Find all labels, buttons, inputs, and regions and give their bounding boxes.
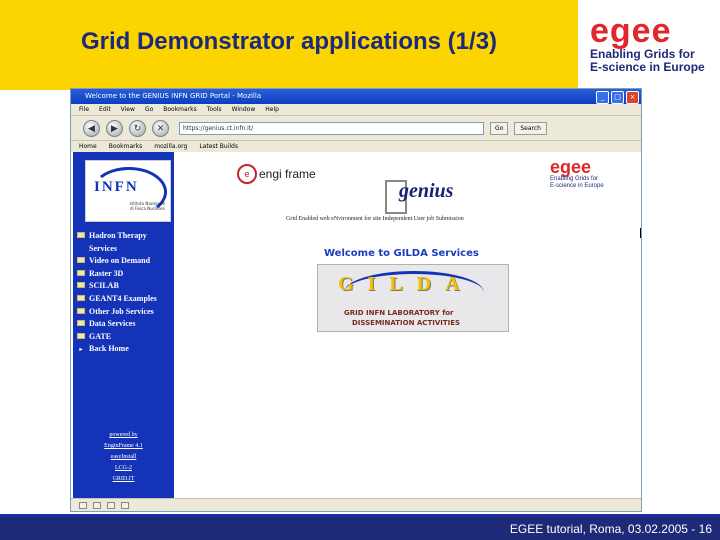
arrow-icon: ▸ xyxy=(79,347,83,354)
welcome-heading: Welcome to GILDA Services xyxy=(324,248,479,259)
minimize-button[interactable]: _ xyxy=(596,91,609,104)
maximize-button[interactable]: □ xyxy=(611,91,624,104)
menu-go[interactable]: Go xyxy=(145,104,153,115)
menu-item-label: Back Home xyxy=(89,344,129,354)
gilda-line-2: DISSEMINATION ACTIVITIES xyxy=(352,319,461,327)
gilda-letters: GILDA xyxy=(338,273,474,295)
powered-by-label[interactable]: powered by xyxy=(73,430,174,441)
egee-small-tag-2: E-science in Europe xyxy=(550,182,604,189)
menu-window[interactable]: Window xyxy=(232,104,256,115)
portal-main: e engi frame genius egee Enabling Grids … xyxy=(174,152,641,498)
infn-logo: INFN Istituto Nazionale di Fisica Nuclea… xyxy=(85,160,171,222)
reload-button[interactable]: ↻ xyxy=(129,119,146,137)
menu-item-data-services[interactable]: Data Services xyxy=(77,318,157,331)
folder-icon xyxy=(77,257,85,264)
menu-item-label: Video on Demand xyxy=(89,256,151,266)
status-icon-4[interactable] xyxy=(121,501,129,509)
menu-item-scilab[interactable]: SCILAB xyxy=(77,280,157,293)
browser-window: Welcome to the GENIUS INFN GRID Portal -… xyxy=(70,88,642,512)
egee-small-word: egee xyxy=(550,157,592,177)
browser-menubar: File Edit View Go Bookmarks Tools Window… xyxy=(71,104,641,115)
portal-tagline: Grid Enabled web eNvironment for site In… xyxy=(286,216,464,222)
menu-item-label: Other Job Services xyxy=(89,306,154,316)
page-content: INFN Istituto Nazionale di Fisica Nuclea… xyxy=(71,152,641,498)
powered-by-lcg2[interactable]: LCG-2 xyxy=(73,463,174,474)
folder-icon xyxy=(77,332,85,339)
menu-view[interactable]: View xyxy=(121,104,135,115)
folder-icon xyxy=(77,320,85,327)
search-button[interactable]: Search xyxy=(514,121,547,135)
portal-sidebar: INFN Istituto Nazionale di Fisica Nuclea… xyxy=(73,152,174,498)
gilda-line-1: GRID INFN LABORATORY for xyxy=(344,309,454,317)
menu-item-label: GATE xyxy=(89,331,112,341)
menu-item-video-on-demand[interactable]: Video on Demand xyxy=(77,255,157,268)
forward-button[interactable]: ▶ xyxy=(106,119,123,137)
egee-logo: egee Enabling Grids for E-science in Eur… xyxy=(590,14,715,84)
powered-by-links: powered by EnginFrame 4.1 easyInstall LC… xyxy=(73,430,174,485)
egee-small-tag-1: Enabling Grids for xyxy=(550,176,599,182)
menu-file[interactable]: File xyxy=(79,104,89,115)
portal-menu: Hadron Therapy Services Video on Demand … xyxy=(77,230,157,357)
menu-edit[interactable]: Edit xyxy=(99,104,111,115)
menu-item-services[interactable]: Services xyxy=(77,243,157,256)
egee-logo-tagline-2: E-science in Europe xyxy=(590,60,705,74)
menu-tools[interactable]: Tools xyxy=(207,104,222,115)
menu-item-gate[interactable]: GATE xyxy=(77,331,157,344)
powered-by-easyinstall[interactable]: easyInstall xyxy=(73,452,174,463)
genius-logo[interactable]: genius xyxy=(399,180,453,203)
infn-logo-sub: Istituto Nazionale di Fisica Nucleare xyxy=(130,201,165,211)
status-icon-2[interactable] xyxy=(93,501,101,509)
menu-item-back-home[interactable]: ▸ Back Home xyxy=(77,343,157,357)
go-button[interactable]: Go xyxy=(490,121,509,135)
slide-title: Grid Demonstrator applications (1/3) xyxy=(80,28,498,55)
folder-icon xyxy=(77,269,85,276)
footer-text: EGEE tutorial, Roma, 03.02.2005 - 16 xyxy=(509,522,712,536)
egee-small-logo[interactable]: egee Enabling Grids for E-science in Eur… xyxy=(550,158,604,189)
folder-icon xyxy=(77,294,85,301)
menu-item-label: GEANT4 Examples xyxy=(89,293,157,303)
menu-item-label: Data Services xyxy=(89,319,136,329)
folder-icon xyxy=(77,282,85,289)
menu-help[interactable]: Help xyxy=(265,104,279,115)
enginframe-text: engi frame xyxy=(259,167,316,181)
footer-bar: EGEE tutorial, Roma, 03.02.2005 - 16 xyxy=(0,514,720,540)
menu-item-label: SCILAB xyxy=(89,281,119,291)
menu-item-hadron-therapy[interactable]: Hadron Therapy xyxy=(77,230,157,243)
menu-item-label: Services xyxy=(89,243,117,253)
url-input[interactable]: https://genius.ct.infn.it/ xyxy=(179,121,484,135)
folder-icon xyxy=(77,232,85,238)
text-cursor xyxy=(640,228,641,238)
menu-item-other-job-services[interactable]: Other Job Services xyxy=(77,306,157,319)
menu-item-geant4[interactable]: GEANT4 Examples xyxy=(77,293,157,306)
enginframe-icon: e xyxy=(237,164,257,184)
menu-item-label: Raster 3D xyxy=(89,268,124,278)
browser-titlebar: Welcome to the GENIUS INFN GRID Portal -… xyxy=(71,89,641,104)
egee-logo-word: egee xyxy=(590,12,672,50)
back-button[interactable]: ◀ xyxy=(83,119,100,137)
close-button[interactable]: × xyxy=(626,91,639,104)
enginframe-logo[interactable]: e engi frame xyxy=(237,164,316,184)
infn-logo-text: INFN xyxy=(94,179,139,195)
gilda-banner[interactable]: GILDA GRID INFN LABORATORY for DISSEMINA… xyxy=(317,264,509,332)
powered-by-enginframe[interactable]: EnginFrame 4.1 xyxy=(73,441,174,452)
browser-statusbar xyxy=(71,498,641,511)
status-icon-3[interactable] xyxy=(107,501,115,509)
powered-by-gridit[interactable]: GRID.IT xyxy=(73,474,174,485)
menu-item-label: Hadron Therapy xyxy=(89,231,147,240)
browser-navbar: ◀ ▶ ↻ ✕ https://genius.ct.infn.it/ Go Se… xyxy=(71,115,641,140)
window-buttons: _ □ × xyxy=(596,91,639,104)
menu-bookmarks[interactable]: Bookmarks xyxy=(163,104,197,115)
browser-window-title: Welcome to the GENIUS INFN GRID Portal -… xyxy=(85,92,262,100)
stop-button[interactable]: ✕ xyxy=(152,119,169,137)
status-icon-1[interactable] xyxy=(79,501,87,509)
folder-icon xyxy=(77,307,85,314)
menu-item-raster-3d[interactable]: Raster 3D xyxy=(77,268,157,281)
